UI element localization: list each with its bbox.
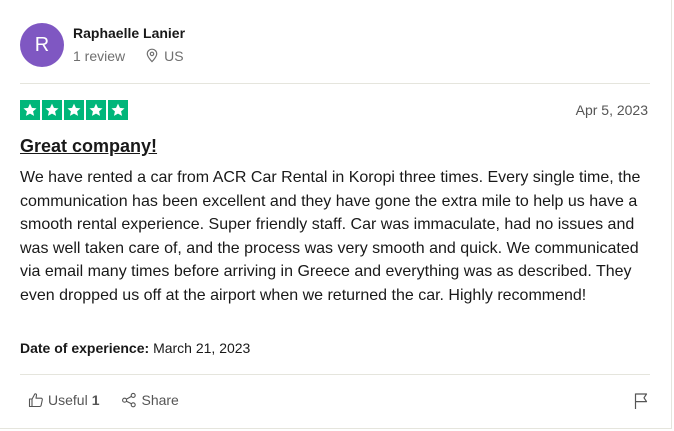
star-icon bbox=[42, 100, 62, 120]
avatar-initial: R bbox=[34, 33, 50, 56]
review-title[interactable]: Great company! bbox=[20, 136, 157, 157]
location-pin-icon bbox=[145, 48, 159, 63]
review-body: We have rented a car from ACR Car Rental… bbox=[20, 169, 641, 304]
flag-icon bbox=[633, 392, 649, 415]
header-divider bbox=[20, 83, 650, 84]
reviewer-meta: 1 review US bbox=[73, 48, 185, 64]
experience-date: March 21, 2023 bbox=[153, 340, 251, 356]
share-label: Share bbox=[141, 392, 179, 408]
reviewer-info: Raphaelle Lanier 1 review US bbox=[73, 25, 185, 64]
thumbs-up-icon bbox=[28, 392, 44, 408]
review-card: R Raphaelle Lanier 1 review US Apr 5, 20… bbox=[0, 0, 672, 429]
review-date: Apr 5, 2023 bbox=[575, 102, 648, 118]
star-rating bbox=[20, 100, 128, 120]
share-button[interactable]: Share bbox=[121, 392, 179, 408]
share-icon bbox=[121, 392, 137, 408]
reviewer-name[interactable]: Raphaelle Lanier bbox=[73, 25, 185, 41]
reviewer-country: US bbox=[164, 47, 184, 64]
date-of-experience: Date of experience: March 21, 2023 bbox=[20, 340, 250, 356]
avatar[interactable]: R bbox=[20, 23, 64, 67]
useful-count: 1 bbox=[91, 392, 100, 408]
useful-label: Useful bbox=[48, 392, 88, 408]
star-icon bbox=[86, 100, 106, 120]
experience-label: Date of experience: bbox=[20, 340, 150, 356]
review-count: 1 review bbox=[73, 47, 126, 64]
star-icon bbox=[108, 100, 128, 120]
star-icon bbox=[20, 100, 40, 120]
star-icon bbox=[64, 100, 84, 120]
useful-button[interactable]: Useful 1 bbox=[28, 392, 99, 408]
report-flag-button[interactable] bbox=[633, 392, 649, 415]
review-actions: Useful 1 Share bbox=[28, 392, 179, 408]
footer-divider bbox=[20, 374, 650, 375]
review-header: R Raphaelle Lanier 1 review US bbox=[20, 23, 185, 67]
